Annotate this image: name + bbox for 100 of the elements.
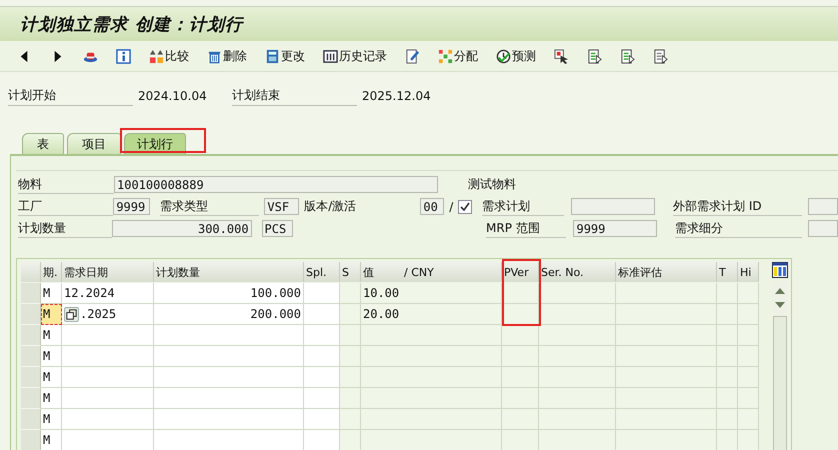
field-value: 2024.10.04 xyxy=(138,89,208,103)
table-cell xyxy=(304,409,340,430)
table-cell xyxy=(304,325,340,346)
toolbar-icon-button[interactable] xyxy=(113,46,134,66)
info-icon xyxy=(116,48,131,64)
column-header[interactable]: Hi xyxy=(738,262,759,282)
field-label: 外部需求计划 ID xyxy=(673,198,802,216)
window-title: 计划独立需求 创建：计划行 xyxy=(20,14,243,36)
table-cell xyxy=(502,283,539,304)
field-value: 2025.12.04 xyxy=(362,89,432,103)
table-cell: M xyxy=(41,388,62,409)
table-cell xyxy=(304,388,340,409)
column-header[interactable]: S xyxy=(340,262,361,282)
network-icon xyxy=(438,48,453,64)
separator-text: / xyxy=(449,200,454,214)
toolbar-button[interactable]: 删除 xyxy=(204,46,250,66)
table-cell xyxy=(717,388,738,409)
table-cell: 200.000 xyxy=(154,304,304,325)
field-label: 计划开始 xyxy=(8,86,133,106)
input-field[interactable]: VSF xyxy=(264,198,300,215)
tab[interactable]: 表 xyxy=(22,133,64,154)
table-cell: .2025 xyxy=(62,304,154,325)
field-label: 需求计划 xyxy=(482,198,564,216)
scroll-up-icon[interactable] xyxy=(775,288,785,294)
input-field[interactable] xyxy=(808,198,838,215)
table-cell xyxy=(717,325,738,346)
table-cell: 10.00 xyxy=(361,283,502,304)
table-cell xyxy=(340,346,361,367)
copy-icon[interactable] xyxy=(64,306,79,322)
table-cell: M xyxy=(41,346,62,367)
checkbox[interactable] xyxy=(458,200,472,214)
input-field[interactable]: 9999 xyxy=(113,198,150,215)
column-header[interactable]: 需求日期 xyxy=(62,262,154,282)
column-settings-icon[interactable] xyxy=(772,262,788,278)
table-cell: M xyxy=(41,325,62,346)
field-label: MRP 范围 xyxy=(486,220,566,238)
table-cell xyxy=(502,304,539,325)
column-header[interactable]: 计划数量 xyxy=(154,262,304,282)
table-cell xyxy=(340,325,361,346)
table-cell xyxy=(717,346,738,367)
tab[interactable]: 计划行 xyxy=(124,133,186,154)
table-cell xyxy=(738,388,759,409)
table-cell xyxy=(340,409,361,430)
toolbar-button[interactable]: 更改 xyxy=(262,46,308,66)
field-label: 需求类型 xyxy=(160,198,260,216)
table-cell xyxy=(304,346,340,367)
table-cell: 100.000 xyxy=(154,283,304,304)
table-cell xyxy=(304,367,340,388)
input-field[interactable]: 00 xyxy=(420,198,444,215)
table-cell: M xyxy=(41,283,62,304)
calculator-icon xyxy=(265,48,280,64)
table-cell xyxy=(304,304,340,325)
columns-icon xyxy=(323,48,338,64)
table-cell: 12.2024 xyxy=(62,283,154,304)
clock-icon xyxy=(496,48,511,64)
input-field[interactable] xyxy=(808,220,838,237)
table-cell xyxy=(340,283,361,304)
table-cell xyxy=(304,283,340,304)
table-cell xyxy=(738,304,759,325)
table-cell: M xyxy=(41,304,62,325)
table-cell xyxy=(502,388,539,409)
toolbar-button[interactable]: 分配 xyxy=(435,46,481,66)
toolbar-button[interactable]: 比较 xyxy=(146,46,192,66)
table-cell xyxy=(717,409,738,430)
field-label: 版本/激活 xyxy=(304,198,358,215)
input-field[interactable]: 100100008889 xyxy=(114,176,438,193)
table-cell xyxy=(340,367,361,388)
table-cell xyxy=(502,409,539,430)
column-header[interactable]: Ser. No. xyxy=(539,262,616,282)
table-cell xyxy=(738,325,759,346)
compare-icon xyxy=(149,48,164,64)
table-cell xyxy=(738,409,759,430)
column-header[interactable]: 标准评估 xyxy=(616,262,717,282)
tab[interactable]: 项目 xyxy=(67,133,121,154)
column-header[interactable]: T xyxy=(717,262,738,282)
column-header[interactable]: 值 / CNY xyxy=(361,262,502,282)
table-cell xyxy=(738,283,759,304)
pencil-icon xyxy=(405,48,420,64)
input-field[interactable] xyxy=(570,198,656,215)
toolbar-button[interactable]: 预测 xyxy=(493,46,539,66)
input-field[interactable]: 300.000 xyxy=(112,220,252,237)
input-field[interactable]: 9999 xyxy=(573,220,657,237)
table-cell: M xyxy=(41,409,62,430)
material-description: 测试物料 xyxy=(468,176,516,193)
field-label: 计划结束 xyxy=(232,86,357,106)
input-field[interactable]: PCS xyxy=(262,220,294,237)
table-cell xyxy=(738,346,759,367)
table-cell: M xyxy=(41,430,62,450)
table-cell xyxy=(717,283,738,304)
column-header[interactable]: Spl. xyxy=(304,262,340,282)
table-cell xyxy=(502,325,539,346)
table-cell xyxy=(502,367,539,388)
column-header[interactable]: 期. xyxy=(41,262,62,282)
toolbar-button[interactable]: 历史记录 xyxy=(320,46,390,66)
table-cell xyxy=(717,430,738,450)
column-header[interactable]: PVer xyxy=(502,262,539,282)
table-cell xyxy=(304,430,340,450)
scroll-down-icon[interactable] xyxy=(775,302,785,308)
table-cell xyxy=(340,430,361,450)
table-cell: M xyxy=(41,367,62,388)
